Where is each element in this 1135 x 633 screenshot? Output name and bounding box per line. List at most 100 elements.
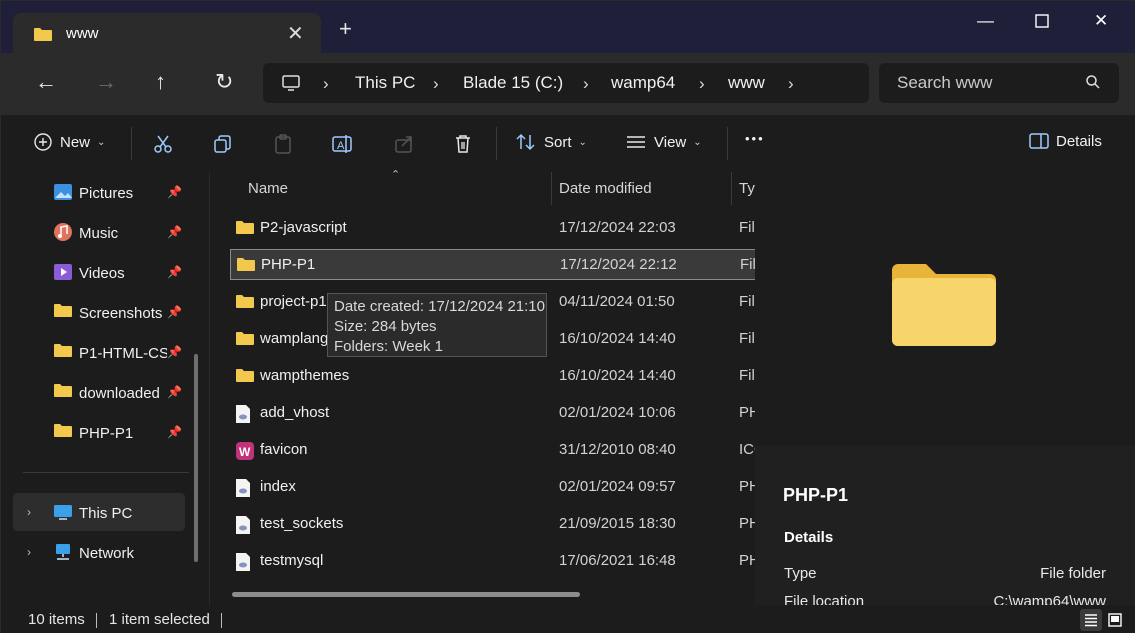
plus-circle-icon [34,133,52,151]
more-options-button[interactable]: ••• [745,131,765,146]
folder-icon [236,295,254,308]
divider [496,127,497,160]
chevron-right-icon[interactable]: › [27,545,31,559]
svg-text:A: A [337,140,345,152]
file-row-php[interactable]: add_vhost 02/01/2024 10:06 PHP File [230,398,756,429]
music-icon [54,223,72,241]
paste-icon[interactable] [272,133,294,155]
folder-icon [54,424,72,437]
back-button[interactable]: ← [35,71,57,93]
view-button[interactable]: View ⌄ [625,132,702,152]
php-file-icon [236,479,250,497]
pin-icon: 📌 [167,225,182,239]
sidebar-item-p1-html-css[interactable]: P1-HTML-CSS 📌 [13,333,185,371]
details-pane: PHP-P1 Details Type File folder File loc… [755,172,1135,610]
column-divider[interactable] [551,172,552,205]
chevron-right-icon[interactable]: › [323,74,329,94]
pin-icon: 📌 [167,425,182,439]
close-window-button[interactable]: ✕ [1094,11,1108,31]
file-name: testmysql [260,552,324,569]
preview-area [755,172,1135,446]
sort-button[interactable]: Sort ⌄ [515,132,587,152]
sidebar-item-videos[interactable]: Videos 📌 [13,253,185,291]
file-row-php[interactable]: index 02/01/2024 09:57 PHP File [230,472,756,503]
file-name: index [260,478,296,495]
breadcrumb-drive[interactable]: Blade 15 (C:) [463,73,563,93]
column-divider[interactable] [731,172,732,205]
file-row-ico[interactable]: W favicon 31/12/2010 08:40 ICO File [230,435,756,466]
divider [727,127,728,160]
sidebar-item-pictures[interactable]: Pictures 📌 [13,173,185,211]
sidebar-item-label: P1-HTML-CSS [79,345,167,362]
column-header-name[interactable]: Name [248,180,288,197]
sidebar-item-label: Music [79,225,119,242]
search-box[interactable]: Search www [879,63,1119,103]
large-icons-view-button[interactable] [1104,609,1126,631]
sidebar-item-downloaded[interactable]: downloaded 📌 [13,373,185,411]
new-button[interactable]: New ⌄ [33,132,105,152]
details-title: PHP-P1 [783,485,849,505]
php-file-icon [236,516,250,534]
tooltip-folders: Folders: Week 1 [334,338,443,355]
address-bar[interactable]: › This PC › Blade 15 (C:) › wamp64 › www… [263,63,869,103]
tab-www[interactable]: www ✕ [13,13,321,53]
sidebar-item-network[interactable]: › Network [13,533,185,571]
details-view-icon [1085,614,1097,627]
horizontal-scrollbar[interactable] [232,592,580,597]
large-icons-view-icon [1108,613,1122,627]
details-view-button[interactable] [1080,609,1102,631]
tooltip-size: Size: 284 bytes [334,318,437,335]
videos-icon [54,264,72,280]
item-count: 10 items [28,611,85,628]
file-row-php[interactable]: test_sockets 21/09/2015 18:30 PHP File [230,509,756,540]
up-button[interactable]: ↑ [155,71,166,93]
file-row-folder-selected[interactable]: PHP-P1 17/12/2024 22:12 File folder [230,249,757,280]
maximize-button[interactable] [1035,14,1049,28]
file-date: 02/01/2024 09:57 [559,478,676,495]
copy-icon[interactable] [212,133,234,155]
new-tab-button[interactable]: + [339,18,352,40]
pin-icon: 📌 [167,305,182,319]
details-pane-button[interactable]: Details [1029,132,1102,150]
close-tab-icon[interactable]: ✕ [287,21,304,46]
column-header-date[interactable]: Date modified [559,180,652,197]
chevron-right-icon[interactable]: › [27,505,31,519]
search-input[interactable]: Search www [897,73,992,93]
file-row-folder[interactable]: wampthemes 16/10/2024 14:40 File folder [230,361,756,392]
pin-icon: 📌 [167,385,182,399]
breadcrumb-this-pc[interactable]: This PC [355,73,415,93]
minimize-button[interactable]: — [977,11,994,31]
column-header-type[interactable]: Type [739,180,756,197]
file-date: 31/12/2010 08:40 [559,441,676,458]
forward-button[interactable]: → [95,71,117,93]
refresh-button[interactable]: ↻ [215,71,233,93]
chevron-right-icon[interactable]: › [788,74,794,94]
sidebar-item-screenshots[interactable]: Screenshots 📌 [13,293,185,331]
sidebar-scrollbar[interactable] [194,354,198,562]
breadcrumb-wamp64[interactable]: wamp64 [611,73,675,93]
file-name: wampthemes [260,367,350,384]
chevron-right-icon[interactable]: › [583,74,589,94]
cut-icon[interactable] [152,133,174,155]
sidebar-item-php-p1[interactable]: PHP-P1 📌 [13,413,185,451]
file-date: 16/10/2024 14:40 [559,367,676,384]
file-date: 17/12/2024 22:03 [559,219,676,236]
breadcrumb-www[interactable]: www [728,73,765,93]
sidebar-item-music[interactable]: Music 📌 [13,213,185,251]
file-date: 04/11/2024 01:50 [559,293,675,310]
navigation-bar: ← → ↑ ↻ › This PC › Blade 15 (C:) › wamp… [1,53,1135,115]
rename-icon[interactable]: A [331,133,355,155]
file-tooltip: Date created: 17/12/2024 21:10 Size: 284… [327,293,547,357]
chevron-right-icon[interactable]: › [699,74,705,94]
details-type-label: Type [784,565,817,582]
view-label: View [654,133,687,151]
folder-icon [54,304,72,317]
chevron-right-icon[interactable]: › [433,74,439,94]
sidebar-item-label: Network [79,545,135,562]
share-icon[interactable] [393,133,415,155]
file-row-php[interactable]: testmysql 17/06/2021 16:48 PHP File [230,546,756,577]
sidebar-item-this-pc[interactable]: › This PC [13,493,185,531]
delete-icon[interactable] [452,133,474,155]
wamp-icon: W [236,442,254,460]
file-row-folder[interactable]: P2-javascript 17/12/2024 22:03 File fold… [230,213,756,244]
